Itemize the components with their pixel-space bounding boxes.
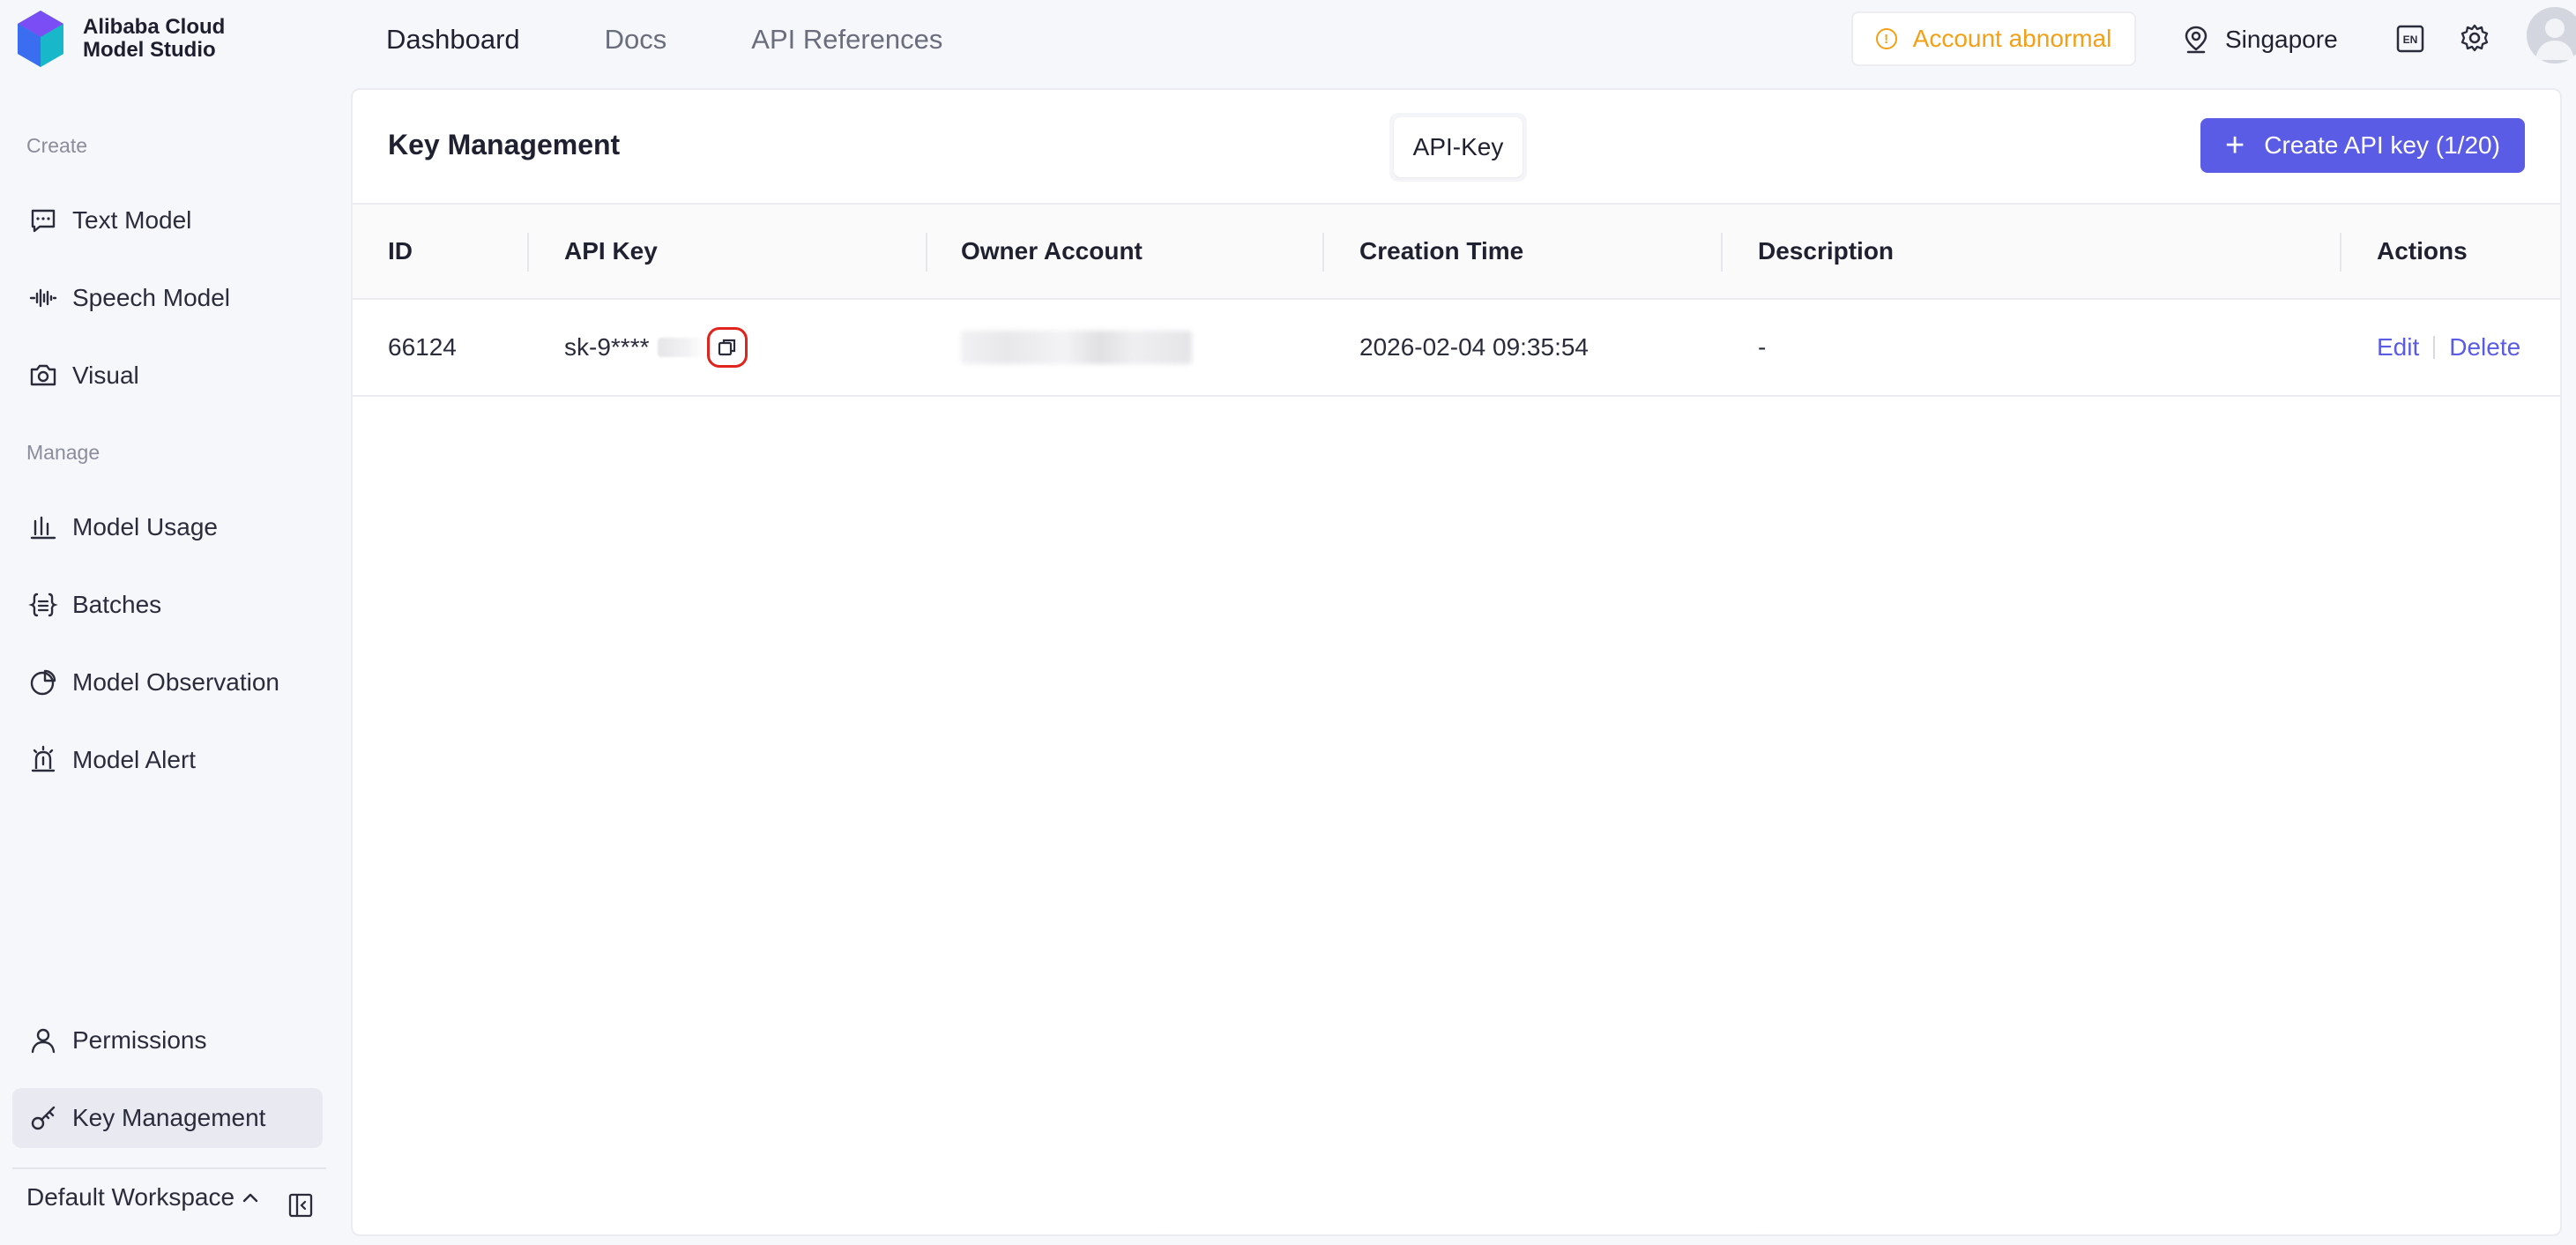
sidebar: Create Text Model Speech Model Visual Ma… <box>0 79 351 1245</box>
sidebar-section-manage: Manage <box>26 441 101 464</box>
brand-line-1: Alibaba Cloud <box>83 15 226 39</box>
brand-line-2: Model Studio <box>83 38 216 62</box>
user-avatar[interactable] <box>2527 7 2576 63</box>
braces-list-icon <box>28 593 58 617</box>
top-bar: Alibaba Cloud Model Studio Dashboard Doc… <box>0 0 2576 79</box>
table-header: ID API Key Owner Account Creation Time D… <box>353 203 2560 300</box>
region-label: Singapore <box>2225 26 2338 53</box>
cell-api-key: sk-9**** <box>564 300 748 395</box>
sidebar-item-label: Text Model <box>72 206 192 234</box>
column-header-id: ID <box>388 237 413 265</box>
actions-divider <box>2433 336 2436 359</box>
user-avatar-icon <box>2535 19 2574 60</box>
top-nav: Dashboard Docs API References <box>386 0 1027 79</box>
copy-api-key-button[interactable] <box>707 327 748 368</box>
column-separator[interactable] <box>926 233 927 272</box>
column-separator[interactable] <box>527 233 529 272</box>
key-management-panel: Key Management API-Key + Create API key … <box>351 88 2562 1236</box>
horizontal-scroll-shadow <box>406 1233 2521 1234</box>
account-abnormal-button[interactable]: ! Account abnormal <box>1851 11 2136 66</box>
account-abnormal-label: Account abnormal <box>1912 25 2112 52</box>
chat-bubble-icon <box>31 209 56 233</box>
model-studio-logo[interactable] <box>14 9 67 69</box>
sidebar-item-batches[interactable]: Batches <box>12 575 323 635</box>
tab-group: API-Key <box>1389 113 1527 182</box>
column-header-owner-account: Owner Account <box>961 237 1143 265</box>
page-title: Key Management <box>388 129 621 160</box>
sidebar-item-label: Batches <box>72 591 162 618</box>
alarm-icon <box>31 745 56 772</box>
column-separator[interactable] <box>1322 233 1324 272</box>
chevron-up-icon <box>242 1193 258 1203</box>
user-icon <box>31 1028 56 1054</box>
copy-icon <box>718 339 736 356</box>
settings-gear-icon[interactable] <box>2460 23 2490 53</box>
sidebar-item-label: Permissions <box>72 1026 207 1054</box>
sidebar-item-speech-model[interactable]: Speech Model <box>12 268 323 328</box>
language-icon-label: EN <box>2403 34 2418 46</box>
column-header-description: Description <box>1758 237 1895 265</box>
delete-link[interactable]: Delete <box>2449 333 2520 362</box>
sidebar-section-create: Create <box>26 134 88 157</box>
region-selector[interactable]: Singapore <box>2183 0 2338 79</box>
create-api-key-label: Create API key (1/20) <box>2264 131 2500 159</box>
warning-icon: ! <box>1875 28 1897 49</box>
plus-icon: + <box>2225 127 2245 164</box>
column-header-actions: Actions <box>2377 237 2468 265</box>
language-icon[interactable]: EN <box>2396 25 2424 53</box>
camera-icon <box>30 364 56 386</box>
workspace-selector[interactable]: Default Workspace <box>26 1183 259 1211</box>
sidebar-item-visual[interactable]: Visual <box>12 346 323 406</box>
api-key-blurred <box>658 338 706 357</box>
sidebar-item-label: Speech Model <box>72 284 231 311</box>
column-header-creation-time: Creation Time <box>1359 237 1524 265</box>
cell-creation-time: 2026-02-04 09:35:54 <box>1359 333 1589 361</box>
collapse-sidebar-icon[interactable] <box>287 1192 314 1219</box>
nav-dashboard[interactable]: Dashboard <box>386 24 520 56</box>
edit-link[interactable]: Edit <box>2377 333 2419 362</box>
cell-description: - <box>1758 333 1767 361</box>
owner-account-blurred <box>961 331 1192 364</box>
cell-id: 66124 <box>388 333 457 361</box>
bar-chart-icon <box>30 516 56 540</box>
sidebar-item-permissions[interactable]: Permissions <box>12 1010 323 1070</box>
key-icon <box>31 1106 56 1130</box>
sidebar-divider <box>12 1167 326 1169</box>
sidebar-item-model-observation[interactable]: Model Observation <box>12 652 323 712</box>
tab-api-key[interactable]: API-Key <box>1394 117 1523 177</box>
pie-chart-icon <box>30 669 56 696</box>
cell-actions: Edit Delete <box>2377 300 2520 395</box>
workspace-label: Default Workspace <box>26 1183 235 1211</box>
column-separator[interactable] <box>2340 233 2341 272</box>
api-key-masked: sk-9**** <box>564 333 650 361</box>
location-pin-icon <box>2185 26 2207 54</box>
sidebar-item-label: Visual <box>72 362 139 389</box>
cell-owner-account <box>961 300 1192 395</box>
sidebar-item-label: Model Usage <box>72 513 218 540</box>
sidebar-item-label: Key Management <box>72 1104 266 1131</box>
column-header-api-key: API Key <box>564 237 658 265</box>
table-row: 66124 sk-9**** 2026-02-04 09:35:54 - Edi… <box>353 300 2560 397</box>
create-api-key-button[interactable]: + Create API key (1/20) <box>2200 118 2525 173</box>
sidebar-item-model-usage[interactable]: Model Usage <box>12 497 323 557</box>
sidebar-item-label: Model Observation <box>72 668 280 696</box>
sidebar-item-text-model[interactable]: Text Model <box>12 190 323 250</box>
nav-api-references[interactable]: API References <box>751 24 942 56</box>
sidebar-item-key-management[interactable]: Key Management <box>12 1088 323 1148</box>
audio-wave-icon <box>29 288 57 308</box>
sidebar-item-model-alert[interactable]: Model Alert <box>12 730 323 790</box>
brand-name[interactable]: Alibaba Cloud Model Studio <box>83 16 225 62</box>
sidebar-item-label: Model Alert <box>72 746 197 773</box>
nav-docs[interactable]: Docs <box>605 24 667 56</box>
column-separator[interactable] <box>1721 233 1723 272</box>
